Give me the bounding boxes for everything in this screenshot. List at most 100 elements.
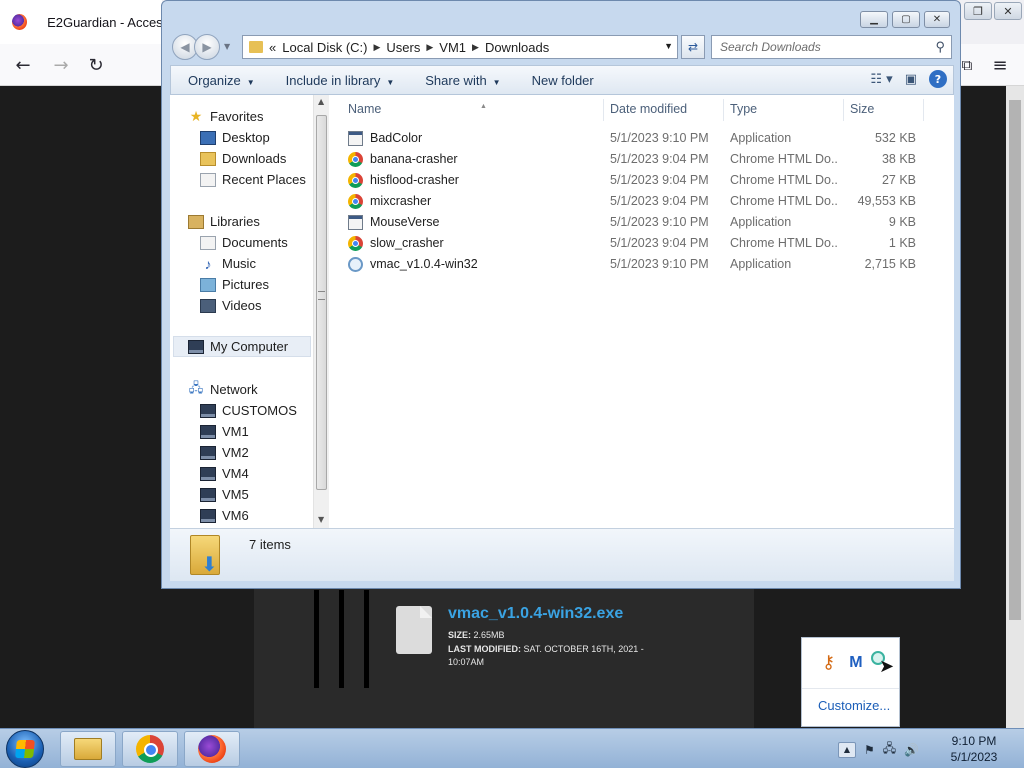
volume-icon[interactable]: 🔊 <box>904 743 919 757</box>
menu-hamburger-icon[interactable]: ≡ <box>987 52 1013 78</box>
address-bar[interactable]: « Local Disk (C:) ▶ Users ▶ VM1 ▶ Downlo… <box>242 35 678 59</box>
network-computer-icon <box>200 403 216 418</box>
nav-my-computer[interactable]: My Computer <box>173 336 311 357</box>
clock[interactable]: 9:10 PM 5/1/2023 <box>944 733 1004 765</box>
breadcrumb-separator-icon[interactable]: ▶ <box>426 42 433 53</box>
file-row[interactable]: BadColor 5/1/2023 9:10 PM Application 532 K… <box>342 128 942 149</box>
libraries-icon <box>188 214 204 229</box>
nav-desktop-label: Desktop <box>222 130 270 145</box>
browser-tab[interactable]: E2Guardian - Access <box>0 0 162 44</box>
breadcrumb-downloads[interactable]: Downloads <box>485 40 549 55</box>
column-header-type[interactable]: Type <box>724 99 844 121</box>
file-date-modified: 5/1/2023 9:04 PM <box>610 173 709 187</box>
scroll-down-icon[interactable]: ▼ <box>318 515 324 524</box>
nav-downloads[interactable]: Downloads <box>200 148 286 169</box>
vmac-app-icon <box>348 257 363 272</box>
nav-network-item[interactable]: VM5 <box>200 484 249 505</box>
column-header-size[interactable]: Size <box>844 99 924 121</box>
file-name: hisflood-crasher <box>370 173 459 187</box>
nav-network-item[interactable]: VM4 <box>200 463 249 484</box>
page-scrollbar-thumb[interactable] <box>1009 100 1021 620</box>
minimize-icon[interactable]: ▁ <box>860 11 888 28</box>
page-scrollbar[interactable] <box>1006 86 1024 728</box>
maximize-icon[interactable]: ▢ <box>892 11 920 28</box>
customize-link[interactable]: Customize... <box>818 698 890 713</box>
nav-videos[interactable]: Videos <box>200 295 262 316</box>
refresh-icon[interactable]: ⇄ <box>681 35 705 59</box>
history-dropdown-icon[interactable]: ▼ <box>224 34 230 60</box>
explorer-window-controls: ▁ ▢ ✕ <box>860 11 950 28</box>
file-size: 27 KB <box>881 173 916 187</box>
download-modified: LAST MODIFIED: SAT. OCTOBER 16TH, 2021 -… <box>448 643 668 669</box>
file-row[interactable]: MouseVerse 5/1/2023 9:10 PM Application 9 K… <box>342 212 942 233</box>
include-in-library-button[interactable]: Include in library ▼ <box>269 73 409 88</box>
videos-icon <box>200 298 216 313</box>
reload-icon[interactable]: ↻ <box>83 52 109 78</box>
breadcrumb-separator-icon[interactable]: ▶ <box>472 42 479 53</box>
forward-arrow-icon[interactable]: → <box>48 52 74 78</box>
malwarebytes-tray-icon[interactable]: M <box>849 654 862 672</box>
file-row[interactable]: mixcrasher 5/1/2023 9:04 PM Chrome HTML Do… <box>342 191 942 212</box>
nav-pictures[interactable]: Pictures <box>200 274 269 295</box>
system-tray: ▲ ⚑ 🖧 🔊 <box>838 739 919 760</box>
close-icon[interactable]: ✕ <box>924 11 950 28</box>
network-tray-icon[interactable]: 🖧 <box>883 739 896 760</box>
navigation-scrollbar[interactable]: ▲ ▼ <box>313 95 329 528</box>
back-arrow-icon[interactable]: ← <box>10 52 36 78</box>
nav-network-item-label: VM4 <box>222 466 249 481</box>
file-row[interactable]: banana-crasher 5/1/2023 9:04 PM Chrome HTM… <box>342 149 942 170</box>
file-row[interactable]: hisflood-crasher 5/1/2023 9:04 PM Chrome H… <box>342 170 942 191</box>
nav-favorites[interactable]: ★ Favorites <box>188 106 264 127</box>
nav-network-item[interactable]: VM6 <box>200 505 249 526</box>
restore-icon[interactable]: ❐ <box>964 2 992 20</box>
breadcrumb-users[interactable]: Users <box>386 40 420 55</box>
taskbar: ▲ ⚑ 🖧 🔊 9:10 PM 5/1/2023 <box>0 728 1024 768</box>
nav-recent-places[interactable]: Recent Places <box>200 169 306 190</box>
scroll-up-icon[interactable]: ▲ <box>318 97 324 106</box>
nav-network-item[interactable]: VM1 <box>200 421 249 442</box>
breadcrumb-vm1[interactable]: VM1 <box>439 40 466 55</box>
file-size: 532 KB <box>874 131 916 145</box>
share-with-button[interactable]: Share with ▼ <box>408 73 514 88</box>
search-input[interactable]: Search Downloads ⚲ <box>711 35 952 59</box>
nav-documents[interactable]: Documents <box>200 232 288 253</box>
show-hidden-icons-button[interactable]: ▲ <box>838 741 856 758</box>
taskbar-firefox-button[interactable] <box>184 731 240 767</box>
explorer-nav-buttons: ◀ ▶ ▼ <box>172 34 230 60</box>
view-options-icon[interactable]: ☷ ▾ <box>870 72 892 87</box>
start-button[interactable] <box>6 730 44 768</box>
search-icon[interactable]: ⚲ <box>935 39 945 55</box>
nav-network[interactable]: 🖧 Network <box>188 379 258 400</box>
taskbar-explorer-button[interactable] <box>60 731 116 767</box>
popup-divider <box>802 688 899 689</box>
key-tray-icon[interactable]: ⚷ <box>822 652 835 673</box>
download-filename-link[interactable]: vmac_v1.0.4-win32.exe <box>448 605 623 623</box>
breadcrumb-overflow[interactable]: « <box>269 40 276 55</box>
close-icon[interactable]: ✕ <box>994 2 1022 20</box>
nav-network-item[interactable]: CUSTOMOS <box>200 400 297 421</box>
nav-videos-label: Videos <box>222 298 262 313</box>
nav-pictures-label: Pictures <box>222 277 269 292</box>
preview-pane-icon[interactable]: ▣ <box>905 72 917 87</box>
help-icon[interactable]: ? <box>929 70 947 88</box>
taskbar-chrome-button[interactable] <box>122 731 178 767</box>
breadcrumb-separator-icon[interactable]: ▶ <box>373 42 380 53</box>
explorer-title-bar[interactable]: ▁ ▢ ✕ <box>162 1 960 33</box>
nav-libraries[interactable]: Libraries <box>188 211 260 232</box>
breadcrumb-local-disk[interactable]: Local Disk (C:) <box>282 40 367 55</box>
nav-network-item[interactable]: VM2 <box>200 442 249 463</box>
address-dropdown-icon[interactable]: ▼ <box>664 41 673 51</box>
nav-music[interactable]: ♪ Music <box>200 253 256 274</box>
column-header-name[interactable]: Name ▲ <box>342 99 604 121</box>
nav-desktop[interactable]: Desktop <box>200 127 270 148</box>
column-header-date-modified[interactable]: Date modified <box>604 99 724 121</box>
navigation-scrollbar-thumb[interactable] <box>316 115 327 490</box>
search-placeholder: Search Downloads <box>720 40 821 54</box>
file-row[interactable]: slow_crasher 5/1/2023 9:04 PM Chrome HTML … <box>342 233 942 254</box>
new-folder-button[interactable]: New folder <box>515 73 608 88</box>
file-name: MouseVerse <box>370 215 440 229</box>
organize-button[interactable]: Organize ▼ <box>171 73 269 88</box>
forward-icon[interactable]: ▶ <box>194 34 220 60</box>
file-row[interactable]: vmac_v1.0.4-win32 5/1/2023 9:10 PM Applica… <box>342 254 942 275</box>
action-center-flag-icon[interactable]: ⚑ <box>864 743 875 757</box>
